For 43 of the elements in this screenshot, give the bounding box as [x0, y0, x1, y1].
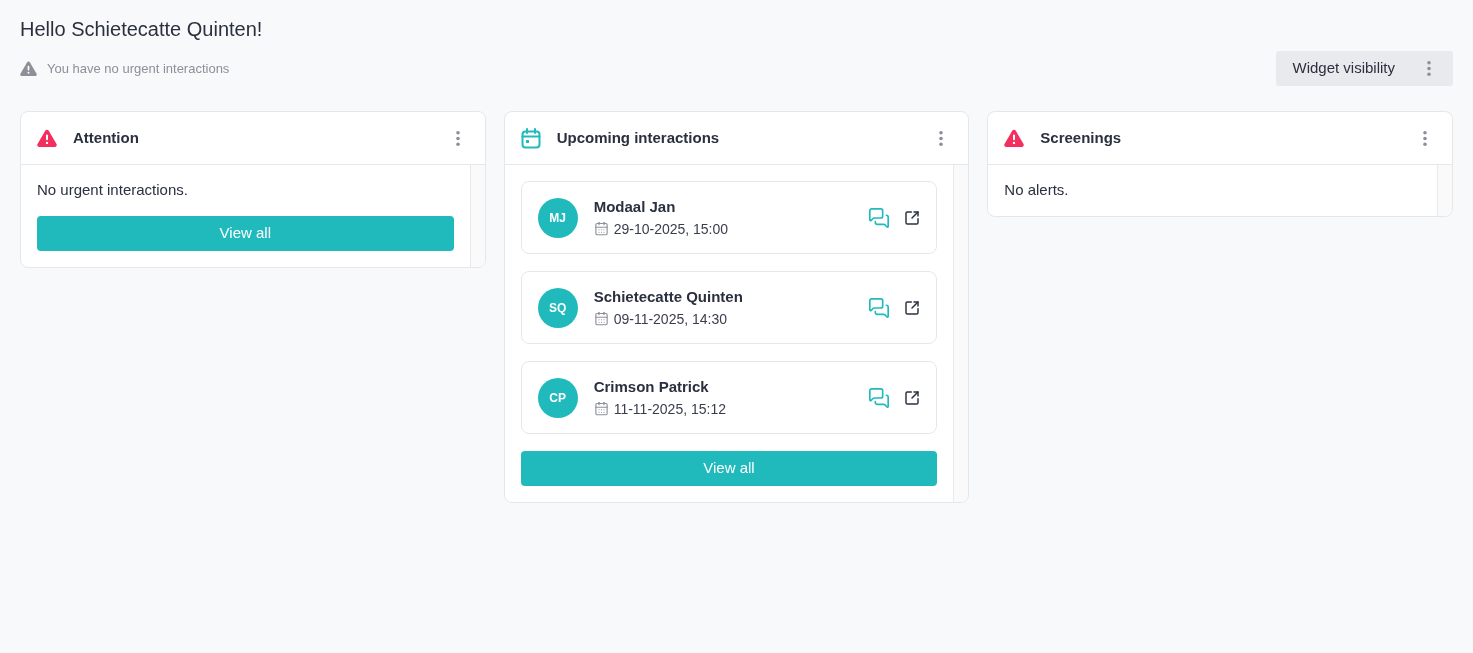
kebab-icon	[455, 130, 460, 146]
kebab-icon	[1423, 130, 1427, 146]
greeting-title: Hello Schietecatte Quinten!	[20, 17, 264, 41]
avatar: CP	[537, 377, 578, 418]
open-external-button[interactable]	[904, 209, 921, 226]
widget-title: Screenings	[1040, 127, 1123, 148]
chat-icon	[868, 386, 891, 409]
contact-name: Crimson Patrick	[593, 376, 710, 397]
avatar: MJ	[537, 197, 578, 238]
chat-icon	[868, 296, 891, 319]
kebab-icon	[939, 130, 944, 146]
warning-icon	[37, 129, 57, 147]
empty-message: No urgent interactions.	[37, 180, 189, 200]
open-external-button[interactable]	[904, 389, 921, 406]
external-link-icon	[904, 299, 921, 316]
widget-title: Attention	[73, 127, 140, 148]
kebab-icon	[1427, 61, 1431, 76]
widget-title: Upcoming interactions	[556, 127, 721, 148]
warning-icon	[1004, 129, 1025, 147]
interaction-card[interactable]: SQ Schietecatte Quinten 09-11-2025, 14:30	[520, 271, 938, 344]
chat-button[interactable]	[868, 386, 891, 409]
contact-name: Modaal Jan	[593, 196, 677, 217]
urgent-notice: You have no urgent interactions	[47, 59, 230, 78]
appointment-datetime: 29-10-2025, 15:00	[613, 219, 729, 239]
calendar-icon	[520, 127, 541, 149]
external-link-icon	[904, 209, 921, 226]
calendar-icon	[593, 401, 609, 416]
warning-icon	[20, 61, 37, 76]
calendar-icon	[593, 221, 609, 236]
contact-name: Schietecatte Quinten	[593, 286, 744, 307]
chat-button[interactable]	[868, 206, 891, 229]
widget-visibility-button[interactable]: Widget visibility	[1276, 51, 1453, 86]
external-link-icon	[904, 389, 921, 406]
calendar-icon	[593, 311, 609, 326]
open-external-button[interactable]	[904, 299, 921, 316]
appointment-datetime: 11-11-2025, 15:12	[613, 399, 726, 419]
chat-button[interactable]	[868, 296, 891, 319]
chat-icon	[868, 206, 891, 229]
avatar: SQ	[537, 287, 578, 328]
interaction-card[interactable]: MJ Modaal Jan 29-10-2025, 15:00	[520, 181, 938, 254]
appointment-datetime: 09-11-2025, 14:30	[613, 309, 728, 329]
interaction-card[interactable]: CP Crimson Patrick 11-11-2025, 15:12	[520, 361, 938, 434]
empty-message: No alerts.	[1004, 180, 1070, 200]
